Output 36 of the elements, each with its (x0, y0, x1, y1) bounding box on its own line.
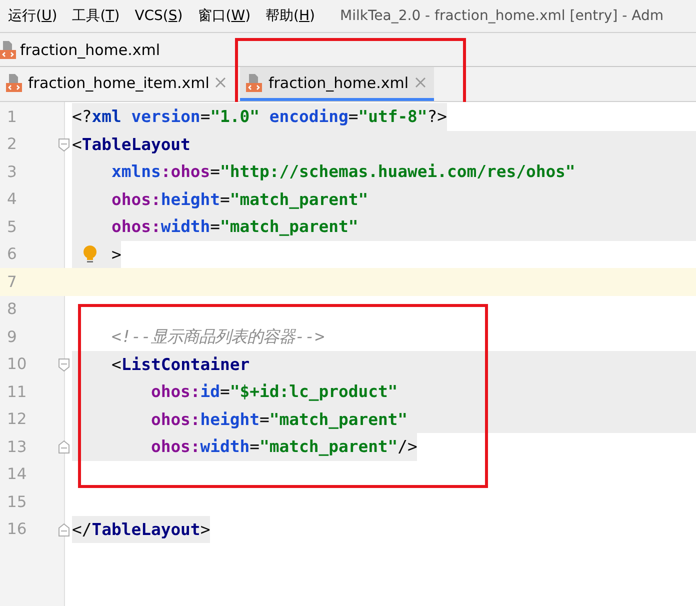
fold-marker-icon[interactable] (58, 138, 70, 152)
line-number: 12 (6, 410, 28, 428)
line-number: 14 (6, 465, 28, 484)
close-icon[interactable] (414, 77, 426, 88)
fold-marker-icon[interactable] (58, 358, 70, 372)
close-icon[interactable] (215, 77, 226, 88)
xml-file-icon (246, 74, 262, 92)
line-number: 1 (6, 108, 18, 126)
line-number: 5 (6, 218, 18, 236)
menu-item[interactable]: VCS(S) (126, 8, 190, 24)
line-number: 16 (6, 520, 28, 538)
line-number: 7 (6, 272, 18, 291)
editor-tab[interactable]: fraction_home_item.xml (0, 67, 234, 101)
line-number: 11 (6, 382, 28, 401)
line-number: 6 (6, 245, 18, 264)
line-number: 2 (6, 135, 18, 154)
editor-tab[interactable]: fraction_home.xml (240, 67, 434, 101)
line-number: 15 (6, 492, 28, 511)
line-number: 13 (6, 438, 28, 456)
menu-item[interactable]: 帮助(H) (258, 7, 322, 25)
line-number: 9 (6, 328, 18, 346)
fold-marker-icon[interactable] (58, 440, 70, 454)
xml-file-icon (6, 74, 22, 92)
fold-marker-icon[interactable] (58, 522, 70, 536)
line-number: 4 (6, 190, 18, 208)
menu-item[interactable]: 工具(T) (64, 7, 127, 25)
window-title: MilkTea_2.0 - fraction_home.xml [entry] - Adm (340, 8, 664, 24)
line-number: 10 (6, 355, 28, 374)
lightbulb-icon[interactable] (82, 244, 98, 264)
line-number: 3 (6, 162, 18, 181)
breadcrumb-file[interactable]: fraction_home.xml (20, 40, 160, 58)
code-line: <!--显示商品列表的容器--> (110, 326, 325, 348)
menu-item[interactable]: 运行(U) (0, 7, 64, 25)
menu-item[interactable]: 窗口(W) (190, 7, 258, 25)
line-number: 8 (6, 300, 18, 318)
xml-file-icon (0, 40, 16, 58)
